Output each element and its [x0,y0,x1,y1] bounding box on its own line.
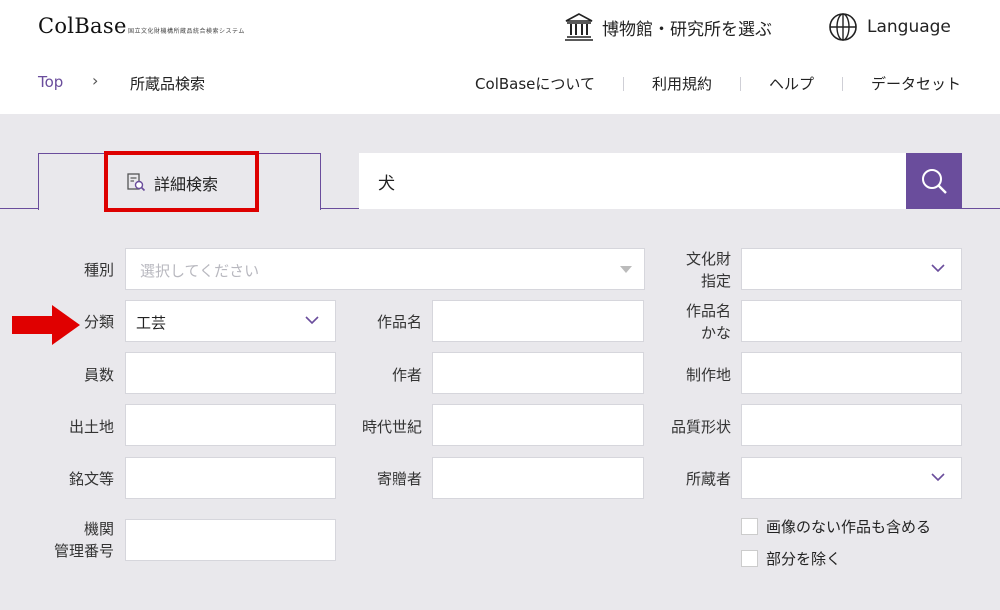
label-shozousha: 所蔵者 [685,470,731,488]
label-meibun: 銘文等 [68,470,114,488]
header-nav: ColBaseについて 利用規約 ヘルプ データセット [475,73,961,94]
chevron-down-icon [931,473,945,482]
checkbox-include-no-image[interactable] [741,518,758,535]
label-kikan-line2: 管理番号 [53,542,114,560]
nav-dataset[interactable]: データセット [871,73,961,94]
input-sakuhinmei-kana-field[interactable] [742,301,961,341]
site-header: ColBase 国立文化財機構所蔵品統合検索システム 博物館・研究所を選ぶ La… [0,0,1000,114]
museum-select-label: 博物館・研究所を選ぶ [602,19,772,40]
select-bunrui[interactable]: 工芸 [125,300,336,342]
logo[interactable]: ColBase [38,14,127,38]
select-bunkazai-shitei[interactable] [741,248,962,290]
label-bunkazai-line2: 指定 [700,272,731,290]
label-kikan-kanri-bangou: 機関 管理番号 [40,518,114,562]
input-jidai-seiki-field[interactable] [433,405,643,445]
checkbox-include-no-image-row[interactable]: 画像のない作品も含める [741,516,931,537]
label-sakusha: 作者 [391,366,422,384]
dropdown-triangle-icon [620,266,632,273]
label-kizousha: 寄贈者 [376,470,422,488]
label-sakuhinmei-kana: 作品名 かな [660,300,731,344]
input-kizousha[interactable] [432,457,644,499]
search-input[interactable] [359,153,906,209]
input-seisakuchi-field[interactable] [742,353,961,393]
input-meibun-field[interactable] [126,458,335,498]
checkbox-include-no-image-label: 画像のない作品も含める [766,518,932,536]
label-kikan-line1: 機関 [83,520,114,538]
select-shubetsu-placeholder: 選択してください [140,262,260,280]
checkbox-exclude-parts-label: 部分を除く [766,550,842,568]
checkbox-exclude-parts[interactable] [741,550,758,567]
input-sakusha[interactable] [432,352,644,394]
input-sakuhinmei-kana[interactable] [741,300,962,342]
label-bunkazai-line1: 文化財 [685,250,731,268]
input-kikan-kanri-bangou[interactable] [125,519,336,561]
label-shutsudochi: 出土地 [68,418,114,436]
museum-select-button[interactable]: 博物館・研究所を選ぶ [564,12,772,42]
input-sakusha-field[interactable] [433,353,643,393]
label-insu: 員数 [83,366,114,384]
label-shubetsu: 種別 [83,261,114,279]
input-kikan-kanri-bangou-field[interactable] [126,520,335,560]
select-bunrui-value: 工芸 [136,314,167,332]
input-hinshitsu-keijou-field[interactable] [742,405,961,445]
highlight-annotation-box [104,151,259,212]
label-seisakuchi: 制作地 [685,366,731,384]
breadcrumb-top-link[interactable]: Top [38,73,63,91]
logo-subtitle: 国立文化財機構所蔵品統合検索システム [128,28,245,35]
language-button[interactable]: Language [828,12,951,42]
nav-terms[interactable]: 利用規約 [652,73,712,94]
input-jidai-seiki[interactable] [432,404,644,446]
nav-help[interactable]: ヘルプ [769,73,814,94]
language-label: Language [867,17,951,37]
input-shutsudochi[interactable] [125,404,336,446]
nav-about[interactable]: ColBaseについて [475,73,595,94]
select-shubetsu[interactable]: 選択してください [125,248,645,290]
label-jidai-seiki: 時代世紀 [361,418,422,436]
input-sakuhinmei-field[interactable] [433,301,643,341]
label-bunkazai-shitei: 文化財 指定 [660,248,731,292]
museum-icon [565,13,593,41]
breadcrumb-separator: › [92,71,99,90]
input-hinshitsu-keijou[interactable] [741,404,962,446]
input-kizousha-field[interactable] [433,458,643,498]
nav-divider [622,76,624,91]
magnifier-icon [922,169,947,194]
globe-icon [829,13,857,41]
chevron-down-icon [931,264,945,273]
label-hinshitsu-keijou: 品質形状 [670,418,731,436]
input-shutsudochi-field[interactable] [126,405,335,445]
checkbox-exclude-parts-row[interactable]: 部分を除く [741,548,841,569]
nav-divider [841,76,843,91]
input-insu[interactable] [125,352,336,394]
label-bunrui: 分類 [83,313,114,331]
input-insu-field[interactable] [126,353,335,393]
chevron-down-icon [305,316,319,325]
label-kana-line2: かな [700,324,731,342]
label-sakuhinmei: 作品名 [376,313,422,331]
input-meibun[interactable] [125,457,336,499]
input-sakuhinmei[interactable] [432,300,644,342]
select-shozousha[interactable] [741,457,962,499]
nav-divider [739,76,741,91]
breadcrumb-current: 所蔵品検索 [130,75,206,93]
search-button[interactable] [906,153,962,209]
input-seisakuchi[interactable] [741,352,962,394]
label-kana-line1: 作品名 [685,302,731,320]
